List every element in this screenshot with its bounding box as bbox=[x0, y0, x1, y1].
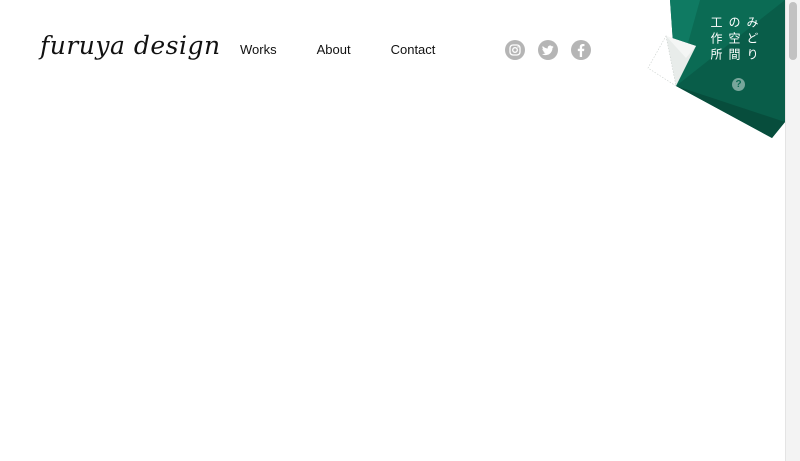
badge-line-2: の空間 bbox=[727, 16, 741, 64]
vertical-scrollbar[interactable] bbox=[785, 0, 800, 461]
badge-line-1: みどり bbox=[745, 16, 759, 64]
main-nav: Works About Contact bbox=[240, 41, 435, 59]
nav-about-link[interactable]: About bbox=[317, 41, 351, 59]
nav-works-link[interactable]: Works bbox=[240, 41, 277, 59]
instagram-icon[interactable] bbox=[505, 40, 525, 60]
twitter-icon[interactable] bbox=[538, 40, 558, 60]
help-icon: ? bbox=[732, 78, 745, 91]
logo-text: furuya design bbox=[40, 31, 221, 60]
nav-contact-link[interactable]: Contact bbox=[391, 41, 436, 59]
badge-line-3: 工作所 bbox=[709, 16, 723, 64]
facebook-icon[interactable] bbox=[571, 40, 591, 60]
social-links bbox=[505, 40, 591, 60]
site-logo[interactable]: furuya design bbox=[40, 24, 221, 68]
page: furuya design Works About Contact みどり の空… bbox=[0, 0, 800, 461]
midori-workshop-badge[interactable]: みどり の空間 工作所 ? bbox=[640, 0, 786, 140]
scrollbar-thumb[interactable] bbox=[789, 2, 797, 60]
badge-text: みどり の空間 工作所 bbox=[709, 16, 759, 64]
